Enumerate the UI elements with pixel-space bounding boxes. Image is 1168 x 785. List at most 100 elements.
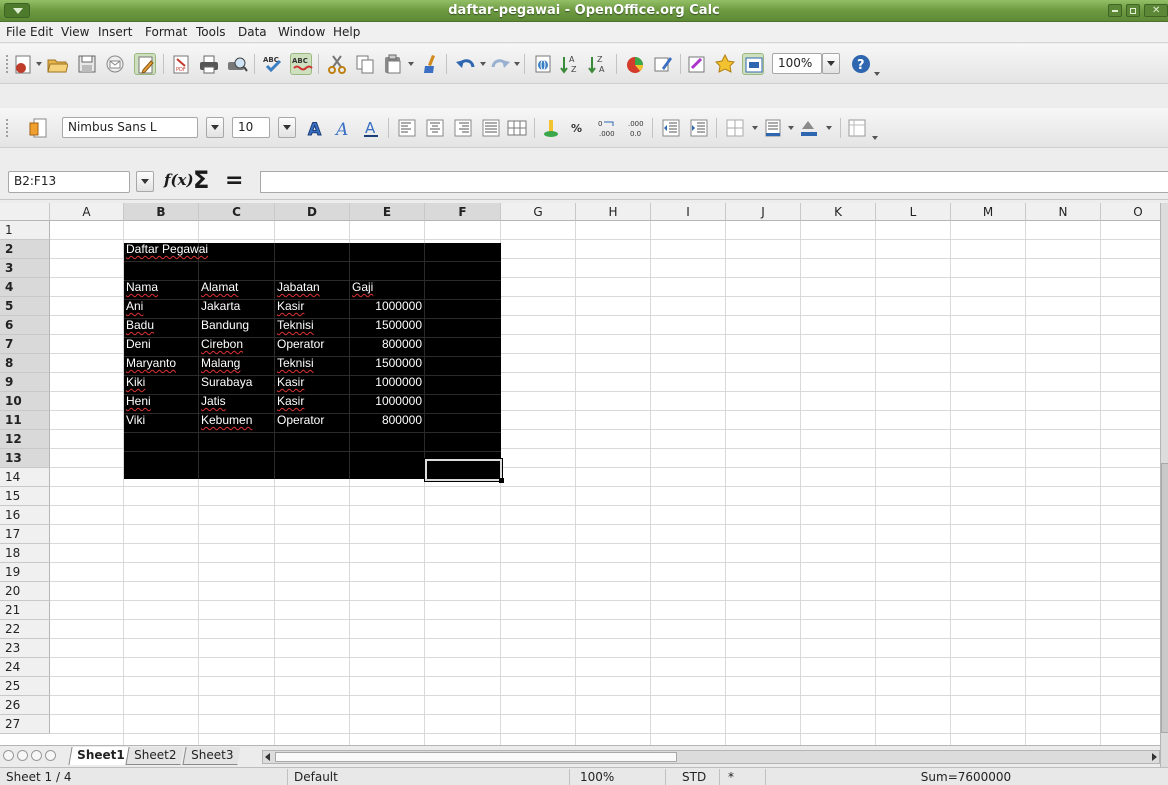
column-header-m[interactable]: M [951,203,1026,221]
zoom-dropdown[interactable] [822,53,840,74]
font-size-field[interactable]: 10 [232,117,270,138]
header-cell[interactable]: Gaji [350,278,424,297]
merge-cells-icon[interactable] [506,117,528,139]
toolbar-overflow-icon[interactable] [874,72,880,76]
status-page-style[interactable]: Default [288,769,570,785]
row-header-14[interactable]: 14 [0,468,50,487]
select-all-corner[interactable] [0,203,50,221]
data-cell[interactable]: Malang [199,354,274,373]
vertical-scroll-thumb[interactable] [1161,463,1168,733]
sort-descending-icon[interactable]: ZA [588,53,610,75]
gallery-icon[interactable] [714,53,736,75]
export-pdf-icon[interactable]: PDF [170,53,192,75]
row-header-27[interactable]: 27 [0,715,50,734]
autospellcheck-icon[interactable]: ABC [290,53,313,75]
data-cell[interactable]: Badu [124,316,198,335]
toolbar-grip[interactable] [5,118,9,138]
row-header-18[interactable]: 18 [0,544,50,563]
minimize-button[interactable] [1108,4,1122,17]
function-icon[interactable]: = [225,168,243,193]
redo-dropdown-arrow[interactable] [514,62,520,66]
row-header-22[interactable]: 22 [0,620,50,639]
data-cell[interactable]: Kasir [275,297,349,316]
row-header-15[interactable]: 15 [0,487,50,506]
menu-view[interactable]: View [61,25,89,39]
styles-icon[interactable] [28,117,50,139]
column-header-j[interactable]: J [726,203,801,221]
data-cell[interactable]: Cirebon [199,335,274,354]
data-cell[interactable]: Heni [124,392,198,411]
header-cell[interactable]: Jabatan [275,278,349,297]
new-document-icon[interactable] [12,53,34,75]
header-cell[interactable]: Nama [124,278,198,297]
data-cell[interactable]: Kasir [275,373,349,392]
function-wizard-icon[interactable]: f(x) [164,171,194,189]
data-cell[interactable]: Operator [275,411,349,430]
borders-dropdown-arrow[interactable] [752,126,758,130]
copy-icon[interactable] [354,53,376,75]
data-cell[interactable]: Jakarta [199,297,274,316]
data-cell[interactable]: 1500000 [350,354,424,373]
undo-dropdown-arrow[interactable] [480,62,486,66]
help-icon[interactable]: ? [850,53,872,75]
background-color-icon[interactable] [762,117,784,139]
data-cell[interactable]: Bandung [199,316,274,335]
row-header-5[interactable]: 5 [0,297,50,316]
data-cell[interactable]: Ani [124,297,198,316]
column-header-a[interactable]: A [50,203,124,221]
sheet-tab-2[interactable]: Sheet2 [125,747,184,765]
row-header-1[interactable]: 1 [0,221,50,240]
column-header-f[interactable]: F [425,203,501,221]
row-header-13[interactable]: 13 [0,449,50,468]
data-cell[interactable]: 800000 [350,335,424,354]
row-header-19[interactable]: 19 [0,563,50,582]
data-cell[interactable]: Deni [124,335,198,354]
menu-help[interactable]: Help [333,25,360,39]
zoom-field[interactable]: 100% [772,53,822,74]
font-name-dropdown[interactable] [206,117,224,138]
vertical-scrollbar[interactable] [1160,203,1168,767]
header-cell[interactable]: Alamat [199,278,274,297]
paste-icon[interactable] [382,53,404,75]
italic-icon[interactable]: A [332,117,354,140]
data-cell[interactable]: Viki [124,411,198,430]
data-cell[interactable]: Kiki [124,373,198,392]
font-name-field[interactable]: Nimbus Sans L [62,117,198,138]
justify-icon[interactable] [480,117,502,139]
menu-format[interactable]: Format [145,25,187,39]
data-cell[interactable]: Operator [275,335,349,354]
spreadsheet-grid[interactable]: ABCDEFGHIJKLMNO 1 2 3 4 5 6 7 8 9 10 11 12 13 14 15 16 1… [0,203,1160,745]
row-header-7[interactable]: 7 [0,335,50,354]
name-box-dropdown[interactable] [136,171,154,192]
data-cell[interactable]: 800000 [350,411,424,430]
row-header-23[interactable]: 23 [0,639,50,658]
sort-ascending-icon[interactable]: AZ [560,53,582,75]
formula-input[interactable] [260,171,1168,193]
redo-icon[interactable] [490,53,512,75]
menu-data[interactable]: Data [238,25,267,39]
open-folder-icon[interactable] [46,53,69,75]
edit-file-icon[interactable] [134,53,156,75]
data-cell[interactable]: Kasir [275,392,349,411]
print-icon[interactable] [198,53,220,75]
sum-icon[interactable]: Σ [193,166,209,194]
row-header-21[interactable]: 21 [0,601,50,620]
row-header-25[interactable]: 25 [0,677,50,696]
cell-title[interactable]: Daftar Pegawai [124,240,208,259]
email-icon[interactable] [104,53,126,75]
undo-icon[interactable] [454,53,476,75]
scroll-left-icon[interactable] [265,753,270,761]
bold-icon[interactable]: A [304,117,326,141]
prev-sheet-button[interactable] [17,750,28,761]
maximize-button[interactable] [1126,4,1140,17]
spellcheck-icon[interactable]: ABC [262,53,284,75]
toolbar-grip[interactable] [5,54,9,74]
standard-format-icon[interactable]: 0 .000 [596,117,618,139]
navigator-icon[interactable] [686,53,708,75]
row-header-11[interactable]: 11 [0,411,50,430]
row-header-20[interactable]: 20 [0,582,50,601]
save-icon[interactable] [76,53,98,75]
last-sheet-button[interactable] [45,750,56,761]
row-header-16[interactable]: 16 [0,506,50,525]
decrease-indent-icon[interactable] [660,117,682,139]
